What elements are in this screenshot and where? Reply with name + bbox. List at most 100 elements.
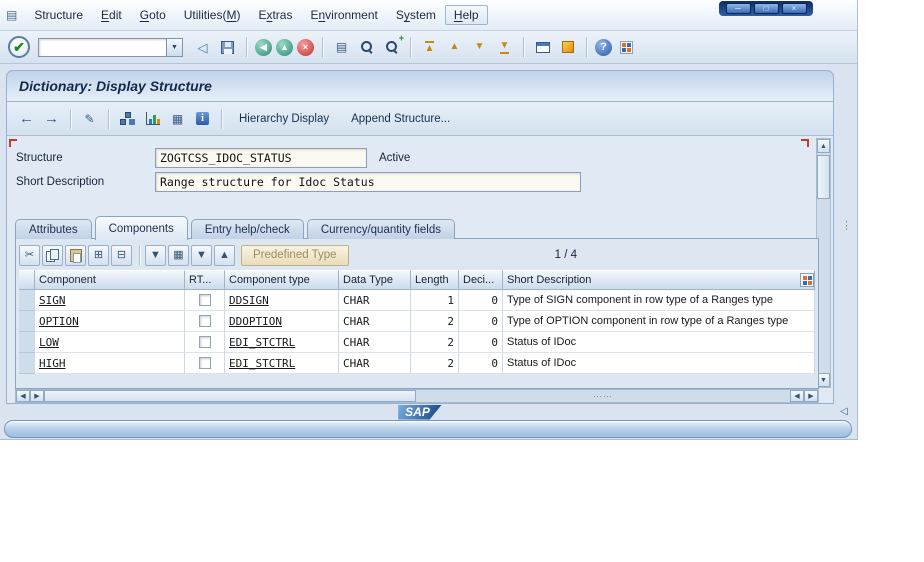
component-link[interactable]: LOW xyxy=(39,336,59,349)
save-button[interactable] xyxy=(216,36,239,59)
help-button[interactable]: ? xyxy=(595,39,612,56)
insert-row-button[interactable]: ⊞ xyxy=(88,245,109,266)
maximize-button[interactable]: □ xyxy=(754,3,779,14)
component-type-link[interactable]: EDI_STCTRL xyxy=(229,336,295,349)
minimize-button[interactable]: ─ xyxy=(726,3,751,14)
menu-item-goto[interactable]: Goto xyxy=(131,5,175,25)
menu-item-help[interactable]: Help xyxy=(445,5,488,25)
create-shortcut-button[interactable] xyxy=(556,36,579,59)
scroll-left-button[interactable]: ◀ xyxy=(790,390,804,402)
information-button[interactable]: i xyxy=(191,107,214,130)
scroll-up-button[interactable]: ▲ xyxy=(817,139,830,153)
page-down-button[interactable]: ▼ xyxy=(468,36,491,59)
header-short-description[interactable]: Short Description xyxy=(503,270,815,290)
header-select-all[interactable] xyxy=(19,270,35,290)
cancel-button[interactable]: × xyxy=(297,39,314,56)
header-rt[interactable]: RT... xyxy=(185,270,225,290)
table-header-row: Component RT... Component type Data Type… xyxy=(19,270,815,290)
short-description-cell: Status of IDoc xyxy=(503,353,815,374)
rt-checkbox[interactable] xyxy=(199,357,211,369)
row-select-cell[interactable] xyxy=(19,332,35,353)
tab-attributes[interactable]: Attributes xyxy=(15,219,92,239)
copy-button[interactable] xyxy=(42,245,63,266)
header-data-type[interactable]: Data Type xyxy=(339,270,411,290)
header-component-type[interactable]: Component type xyxy=(225,270,339,290)
system-menu-icon[interactable]: ▤ xyxy=(6,8,17,22)
rt-checkbox[interactable] xyxy=(199,294,211,306)
scroll-right-button[interactable]: ▶ xyxy=(30,390,44,402)
close-button[interactable]: × xyxy=(782,3,807,14)
menu-item-extras[interactable]: Extras xyxy=(249,5,301,25)
find-next-button[interactable]: + xyxy=(380,36,403,59)
exit-button[interactable]: ▲ xyxy=(276,39,293,56)
row-select-cell[interactable] xyxy=(19,353,35,374)
last-page-button[interactable]: ▼ xyxy=(493,36,516,59)
splitter-grip-icon[interactable]: ⋯⋯ xyxy=(416,390,790,402)
header-length[interactable]: Length xyxy=(411,270,459,290)
new-session-button[interactable] xyxy=(531,36,554,59)
menu-item-utilities-m[interactable]: Utilities(M) xyxy=(175,5,250,25)
cut-button[interactable]: ✂ xyxy=(19,245,40,266)
menu-item-system[interactable]: System xyxy=(387,5,445,25)
collapse-status-icon[interactable]: ◁ xyxy=(840,406,848,417)
component-cell: OPTION xyxy=(35,311,185,332)
navigate-back-button[interactable]: ← xyxy=(15,107,38,130)
menu-item-edit[interactable]: Edit xyxy=(92,5,131,25)
display-change-button[interactable]: ✎ xyxy=(78,107,101,130)
horizontal-scrollbar-thumb[interactable] xyxy=(44,390,416,402)
hierarchy-display-button[interactable]: Hierarchy Display xyxy=(229,108,339,130)
paste-button[interactable] xyxy=(65,245,86,266)
vertical-scrollbar-thumb[interactable] xyxy=(817,155,830,199)
scroll-right-button[interactable]: ▶ xyxy=(804,390,818,402)
command-input[interactable] xyxy=(38,38,166,57)
frame-splitter-grip-icon[interactable]: ⋮ xyxy=(841,224,852,229)
previous-button[interactable]: ◁ xyxy=(191,36,214,59)
page-up-button[interactable]: ▲ xyxy=(443,36,466,59)
runtime-object-button[interactable]: ▦ xyxy=(166,107,189,130)
header-component[interactable]: Component xyxy=(35,270,185,290)
enter-button[interactable]: ✔ xyxy=(8,36,30,58)
position-indicator: 1 / 4 xyxy=(555,249,577,261)
tab-entry-help-check[interactable]: Entry help/check xyxy=(191,219,304,239)
command-history-button[interactable]: ▼ xyxy=(166,38,183,57)
block-select-button[interactable]: ▦ xyxy=(168,245,189,266)
component-link[interactable]: HIGH xyxy=(39,357,66,370)
component-type-link[interactable]: DDOPTION xyxy=(229,315,282,328)
save-icon xyxy=(221,41,234,54)
length-cell: 1 xyxy=(411,290,459,311)
move-down-button[interactable]: ▼ xyxy=(191,245,212,266)
print-button[interactable]: ▤ xyxy=(330,36,353,59)
header-decimals[interactable]: Deci... xyxy=(459,270,503,290)
append-structure-button[interactable]: Append Structure... xyxy=(341,108,460,130)
rt-checkbox[interactable] xyxy=(199,315,211,327)
page-title: Dictionary: Display Structure xyxy=(19,78,212,94)
components-panel: ✂ ⊞ ⊟ ▼ ▦ ▼ ▲ Predefined Type 1 / 4 xyxy=(15,238,819,389)
customize-layout-button[interactable] xyxy=(615,36,638,59)
move-up-button[interactable]: ▲ xyxy=(214,245,235,266)
tab-currency-quantity-fields[interactable]: Currency/quantity fields xyxy=(307,219,455,239)
delete-row-button[interactable]: ⊟ xyxy=(111,245,132,266)
filter-button[interactable]: ▼ xyxy=(145,245,166,266)
predefined-type-button[interactable]: Predefined Type xyxy=(241,245,349,266)
hierarchy-tree-button[interactable] xyxy=(116,107,139,130)
analysis-button[interactable] xyxy=(141,107,164,130)
back-button[interactable]: ◀ xyxy=(255,39,272,56)
short-description-input[interactable] xyxy=(155,172,581,192)
structure-input[interactable] xyxy=(155,148,367,168)
component-type-link[interactable]: EDI_STCTRL xyxy=(229,357,295,370)
scroll-left-button[interactable]: ◀ xyxy=(16,390,30,402)
tab-components[interactable]: Components xyxy=(95,216,188,240)
first-page-button[interactable]: ▲ xyxy=(418,36,441,59)
row-select-cell[interactable] xyxy=(19,311,35,332)
menu-item-structure[interactable]: Structure xyxy=(25,5,92,25)
component-link[interactable]: SIGN xyxy=(39,294,66,307)
component-type-link[interactable]: DDSIGN xyxy=(229,294,269,307)
find-button[interactable] xyxy=(355,36,378,59)
component-link[interactable]: OPTION xyxy=(39,315,79,328)
menu-item-environment[interactable]: Environment xyxy=(301,5,386,25)
table-settings-icon[interactable] xyxy=(800,273,814,287)
application-toolbar: ← → ✎ ▦ i Hierarchy Display Append Struc… xyxy=(6,101,834,136)
rt-checkbox[interactable] xyxy=(199,336,211,348)
row-select-cell[interactable] xyxy=(19,290,35,311)
navigate-forward-button[interactable]: → xyxy=(40,107,63,130)
